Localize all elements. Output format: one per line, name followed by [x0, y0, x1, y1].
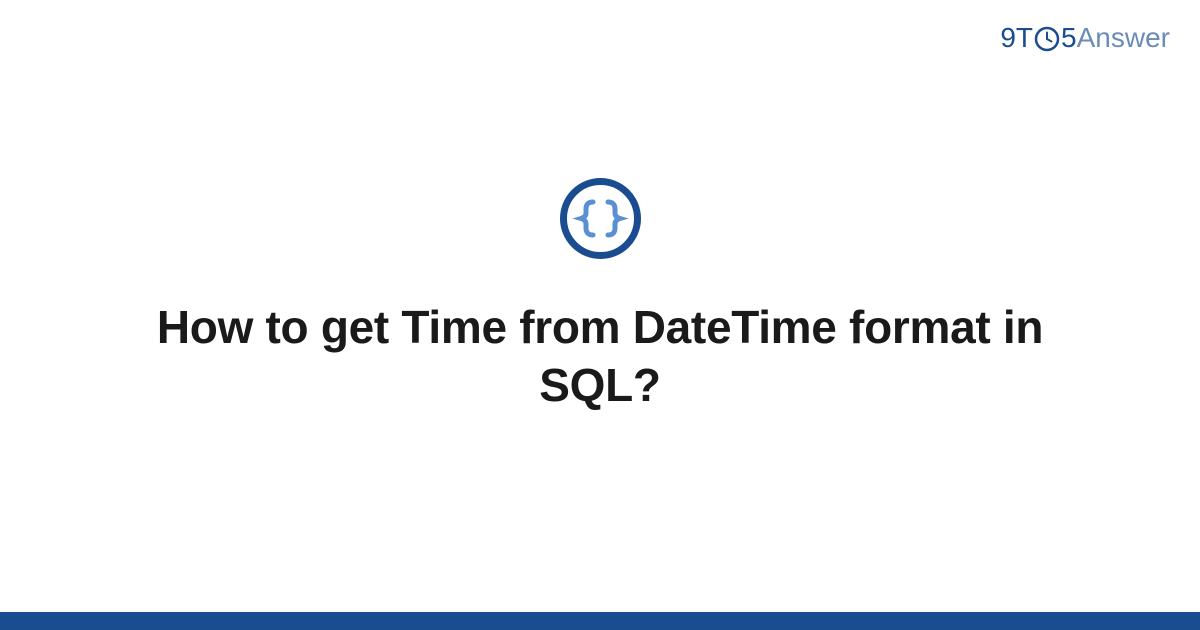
main-content: How to get Time from DateTime format in … — [0, 0, 1200, 630]
question-title: How to get Time from DateTime format in … — [150, 299, 1050, 414]
code-braces-icon — [558, 176, 643, 261]
footer-bar — [0, 612, 1200, 630]
